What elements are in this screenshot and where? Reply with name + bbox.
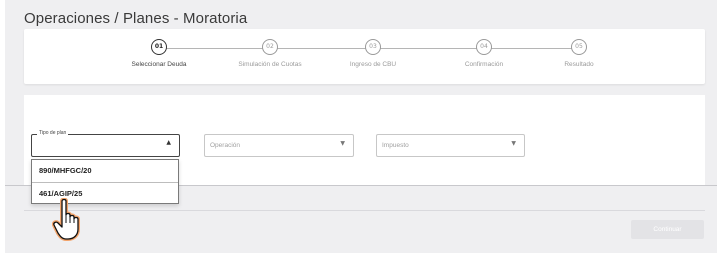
divider [24, 210, 705, 211]
step-label: Confirmación [464, 61, 504, 68]
step-1: 01 Seleccionar Deuda [114, 39, 204, 68]
operacion-select[interactable]: Operación ▼ [204, 134, 354, 157]
hand-pointer-icon [52, 198, 80, 241]
impuesto-select[interactable]: Impuesto ▼ [376, 134, 525, 157]
step-number: 05 [571, 39, 587, 55]
impuesto-placeholder: Impuesto [382, 142, 409, 149]
dropdown-option[interactable]: 890/MHFGC/20 [32, 160, 178, 182]
step-number: 04 [476, 39, 492, 55]
operacion-placeholder: Operación [210, 142, 240, 149]
step-number: 02 [262, 39, 278, 55]
step-3: 03 Ingreso de CBU [328, 39, 418, 68]
caret-up-icon: ▲ [166, 139, 171, 146]
step-number: 01 [151, 39, 167, 55]
tipo-plan-select[interactable]: Tipo de plan ▲ [31, 130, 180, 157]
step-label: Resultado [564, 61, 594, 68]
caret-down-icon: ▼ [511, 140, 516, 147]
step-5: 05 Resultado [534, 39, 624, 68]
continue-button[interactable]: Continuar [631, 220, 704, 239]
stepper: 01 Seleccionar Deuda 02 Simulación de Cu… [24, 29, 705, 84]
tipo-plan-label: Tipo de plan [37, 130, 69, 136]
step-2: 02 Simulación de Cuotas [225, 39, 315, 68]
step-4: 04 Confirmación [439, 39, 529, 68]
page-title: Operaciones / Planes - Moratoria [24, 10, 248, 27]
caret-down-icon: ▼ [340, 140, 345, 147]
step-label: Seleccionar Deuda [131, 61, 187, 68]
step-label: Simulación de Cuotas [238, 61, 302, 68]
step-number: 03 [365, 39, 381, 55]
step-label: Ingreso de CBU [349, 61, 397, 68]
